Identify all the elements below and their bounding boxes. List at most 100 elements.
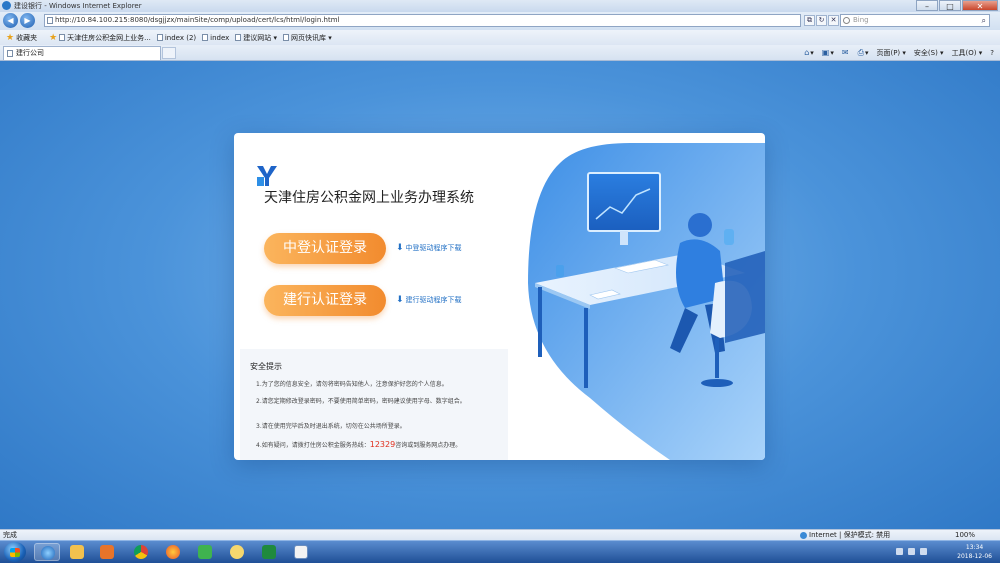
command-bar: ⌂▾ ▣▾ ✉ ⎙▾ 页面(P) ▾ 安全(S) ▾ 工具(O) ▾ ? [796,45,994,60]
download-label: 中登驱动程序下载 [405,244,462,252]
taskbar-media[interactable] [94,543,120,561]
page-icon [156,34,163,41]
bing-icon [843,17,850,24]
system-tray: 13:34 2018-12-06 [890,541,1000,563]
refresh-button[interactable]: ↻ [816,15,827,26]
window-title: 建设银行 - Windows Internet Explorer [14,2,142,10]
home-icon: ⌂ [804,48,810,57]
close-button[interactable]: ✕ [962,0,998,11]
page-icon [59,34,66,41]
document-icon [294,545,308,559]
download-icon: ⬇ [396,243,404,253]
home-button[interactable]: ⌂▾ [804,48,814,57]
search-icon[interactable]: ⌕ [982,15,986,26]
safety-menu[interactable]: 安全(S) ▾ [914,48,944,58]
media-player-icon [100,545,114,559]
ccb-login-button[interactable]: 建行认证登录 [264,285,386,316]
taskbar-excel[interactable] [256,543,282,561]
taskbar-explorer[interactable] [64,543,90,561]
security-notice: 安全提示 1.为了您的信息安全，请勿将密码告知他人，注意保护好您的个人信息。 2… [240,349,508,460]
favorites-label: 收藏夹 [16,33,38,42]
page-icon [283,34,290,41]
new-tab-button[interactable] [162,47,176,59]
ccb-driver-download-link[interactable]: ⬇ 建行驱动程序下载 [396,295,462,305]
ccb-logo-icon [257,166,277,186]
taskbar-security[interactable] [192,543,218,561]
window-controls: – □ ✕ [915,0,998,11]
page-icon [235,34,242,41]
notice-paragraph: 1.为了您的信息安全，请勿将密码告知他人，注意保护好您的个人信息。 [256,381,448,388]
minimize-button[interactable]: – [916,0,938,11]
page-menu[interactable]: 页面(P) ▾ [876,48,905,58]
download-icon: ⬇ [396,295,404,305]
favorites-bar: ★ 收藏夹 ★ 天津住房公积金网上业务... index (2) index 建… [0,30,1000,46]
windows-logo-icon [10,548,20,557]
address-input[interactable]: http://10.84.100.215:8080/dsgjjzx/mainSi… [44,14,801,27]
hotline-number: 12329 [369,440,396,449]
favorite-item[interactable]: ★ 天津住房公积金网上业务... [49,33,151,43]
page-icon [47,17,53,24]
favorite-item[interactable]: index (2) [156,33,197,42]
chrome-icon [134,545,148,559]
lock-icon [198,545,212,559]
tools-menu[interactable]: 工具(O) ▾ [952,48,983,58]
favorite-item-label: 网页快讯库 ▾ [291,33,332,42]
zhongdeng-driver-download-link[interactable]: ⬇ 中登驱动程序下载 [396,243,462,253]
start-button[interactable] [4,542,26,562]
maximize-button[interactable]: □ [939,0,961,11]
clock[interactable]: 13:34 2018-12-06 [957,543,992,561]
stop-button[interactable]: ✕ [828,15,839,26]
zhongdeng-login-button[interactable]: 中登认证登录 [264,233,386,264]
ie-icon [2,1,11,10]
globe-icon [800,531,807,539]
search-input[interactable]: Bing ⌕ [840,14,990,27]
notice-paragraph: 2.请您定期修改登录密码，不要使用简单密码，密码建议使用字母、数字组合。 [256,398,466,405]
tab-label: 建行公司 [16,49,44,57]
office-illustration [528,143,765,460]
ie-icon [41,546,55,560]
print-icon: ⎙ [857,47,864,57]
favorites-button[interactable]: ★ 收藏夹 [6,33,37,43]
tab-bar: 建行公司 ⌂▾ ▣▾ ✉ ⎙▾ 页面(P) ▾ 安全(S) ▾ 工具(O) ▾ … [0,45,1000,61]
favorite-item-label: index (2) [164,33,197,42]
download-label: 建行驱动程序下载 [405,296,462,304]
page-icon [202,34,209,41]
zone-label: Internet | 保护模式: 禁用 [809,531,891,539]
feed-icon: ▣ [821,48,830,57]
taskbar-messenger[interactable] [224,543,250,561]
hotline-prefix: 4.如有疑问，请拨打住房公积金服务热线： [256,442,370,449]
feeds-button[interactable]: ▣▾ [822,48,834,57]
address-url: http://10.84.100.215:8080/dsgjjzx/mainSi… [55,16,340,24]
taskbar-chrome[interactable] [128,543,154,561]
notice-paragraph: 3.请在使用完毕后及时退出系统，切勿在公共场所登录。 [256,423,406,430]
flag-icon[interactable] [908,548,915,555]
taskbar-ie[interactable] [34,543,60,561]
compat-view-button[interactable]: ⧉ [804,15,815,26]
favorite-item[interactable]: index [202,34,229,42]
favorite-item[interactable]: 建议网站 ▾ [235,33,277,43]
system-title: 天津住房公积金网上业务办理系统 [264,190,474,206]
taskbar-word[interactable] [288,543,314,561]
network-icon[interactable] [896,548,903,555]
page-icon [7,50,13,57]
help-button[interactable]: ? [990,49,994,57]
print-button[interactable]: ⎙▾ [858,48,869,58]
shelf-shape [725,251,765,343]
favorite-item-label: 建议网站 ▾ [243,33,278,42]
notice-title: 安全提示 [250,362,282,371]
mail-icon: ✉ [841,48,849,57]
taskbar-firefox[interactable] [160,543,186,561]
search-placeholder: Bing [853,16,869,24]
login-card: 天津住房公积金网上业务办理系统 中登认证登录 ⬇ 中登驱动程序下载 建行认证登录… [234,133,765,460]
stop-icon: ✕ [830,16,837,24]
volume-icon[interactable] [920,548,927,555]
desk-leg [584,308,588,388]
tab-active[interactable]: 建行公司 [3,46,161,60]
desk-leg [538,287,542,357]
forward-arrow-icon: ▶ [24,16,31,25]
forward-button[interactable]: ▶ [20,13,35,28]
mail-button[interactable]: ✉ [842,48,850,57]
favorite-item[interactable]: 网页快讯库 ▾ [283,33,332,43]
back-button[interactable]: ◀ [3,13,18,28]
pen-holder-icon [556,265,564,277]
